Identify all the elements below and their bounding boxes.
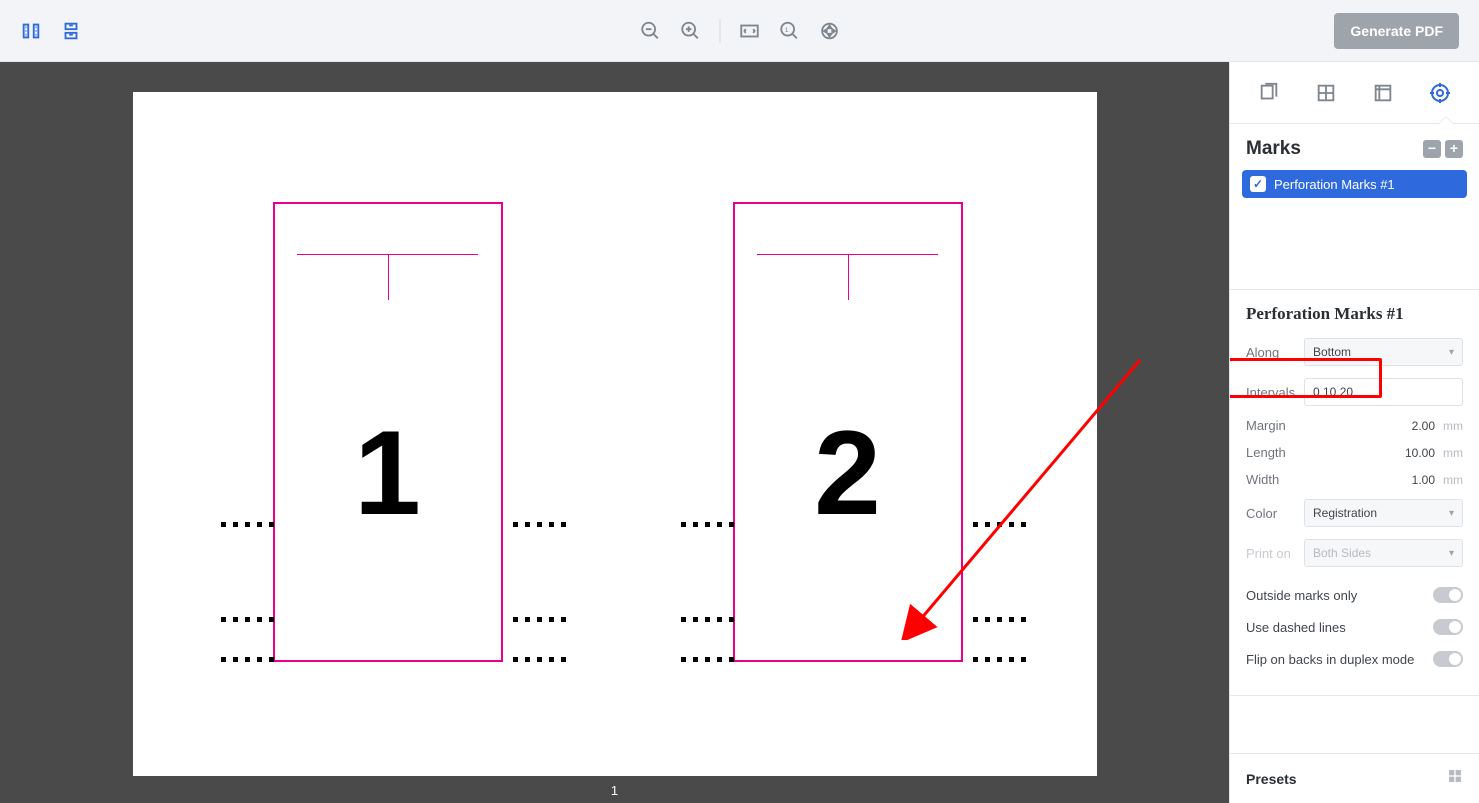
width-label: Width xyxy=(1246,472,1304,487)
along-row: Along Bottom▾ xyxy=(1246,338,1463,366)
zoom-out-icon[interactable] xyxy=(639,20,661,42)
print-on-row: Print on Both Sides▾ xyxy=(1246,539,1463,567)
intervals-row: Intervals 0 10 20 xyxy=(1246,378,1463,406)
width-unit: mm xyxy=(1435,473,1463,487)
width-value[interactable]: 1.00 xyxy=(1304,473,1435,487)
tab-marks-icon[interactable] xyxy=(1427,80,1453,106)
mark-properties: Perforation Marks #1 Along Bottom▾ Inter… xyxy=(1230,290,1479,696)
page-index-label: 1 xyxy=(611,783,618,798)
tab-pages-icon[interactable] xyxy=(1256,80,1282,106)
page-number-1: 1 xyxy=(275,404,501,542)
perf-dots xyxy=(221,522,274,527)
fit-width-icon[interactable] xyxy=(738,20,760,42)
page-box-1: 1 xyxy=(273,202,503,662)
zoom-fit-icon[interactable] xyxy=(818,20,840,42)
print-on-label: Print on xyxy=(1246,546,1304,561)
perf-dots xyxy=(973,657,1026,662)
sheet: 1 2 1 xyxy=(133,92,1097,776)
outside-marks-label: Outside marks only xyxy=(1246,588,1433,603)
tab-grid-icon[interactable] xyxy=(1313,80,1339,106)
svg-text:1: 1 xyxy=(784,26,788,33)
properties-title: Perforation Marks #1 xyxy=(1246,304,1463,324)
color-label: Color xyxy=(1246,506,1304,521)
perf-dots xyxy=(681,522,734,527)
canvas-viewport[interactable]: 1 2 1 xyxy=(0,62,1229,803)
top-toolbar: 1 Generate PDF xyxy=(0,0,1479,62)
perf-dots xyxy=(221,617,274,622)
marks-title: Marks xyxy=(1246,138,1419,160)
marks-section-header: Marks − + xyxy=(1230,124,1479,170)
toolbar-divider xyxy=(719,19,720,43)
mark-item[interactable]: ✓ Perforation Marks #1 xyxy=(1242,170,1467,198)
main-area: 1 2 1 xyxy=(0,62,1479,803)
dashed-lines-label: Use dashed lines xyxy=(1246,620,1433,635)
margin-row: Margin 2.00 mm xyxy=(1246,418,1463,433)
perf-dots xyxy=(973,617,1026,622)
presets-section: Presets xyxy=(1230,753,1479,803)
page-number-2: 2 xyxy=(735,404,961,542)
right-sidebar: Marks − + ✓ Perforation Marks #1 Perfora… xyxy=(1229,62,1479,803)
perf-mark-stem xyxy=(848,254,849,300)
perf-dots xyxy=(681,657,734,662)
perf-dots xyxy=(513,657,566,662)
perf-dots xyxy=(681,617,734,622)
length-label: Length xyxy=(1246,445,1304,460)
margin-label: Margin xyxy=(1246,418,1304,433)
intervals-input[interactable]: 0 10 20 xyxy=(1304,378,1463,406)
perf-dots xyxy=(513,522,566,527)
perf-dots xyxy=(973,522,1026,527)
presets-grid-icon[interactable] xyxy=(1447,768,1463,789)
print-on-select: Both Sides▾ xyxy=(1304,539,1463,567)
flip-backs-label: Flip on backs in duplex mode xyxy=(1246,652,1433,667)
sidebar-tabs xyxy=(1230,62,1479,124)
along-label: Along xyxy=(1246,345,1304,360)
outside-marks-row: Outside marks only xyxy=(1246,579,1463,611)
mark-item-label: Perforation Marks #1 xyxy=(1274,177,1395,192)
marks-list: ✓ Perforation Marks #1 xyxy=(1230,170,1479,290)
generate-pdf-button[interactable]: Generate PDF xyxy=(1334,13,1459,49)
columns-icon[interactable] xyxy=(20,20,42,42)
save-layout-icon[interactable] xyxy=(60,20,82,42)
perf-mark-stem xyxy=(388,254,389,300)
outside-marks-toggle[interactable] xyxy=(1433,587,1463,603)
flip-backs-toggle[interactable] xyxy=(1433,651,1463,667)
presets-label: Presets xyxy=(1246,771,1447,787)
along-select[interactable]: Bottom▾ xyxy=(1304,338,1463,366)
active-tab-notch xyxy=(1439,117,1453,124)
length-unit: mm xyxy=(1435,446,1463,460)
color-select[interactable]: Registration▾ xyxy=(1304,499,1463,527)
mark-checkbox[interactable]: ✓ xyxy=(1250,176,1266,192)
zoom-actual-icon[interactable]: 1 xyxy=(778,20,800,42)
tab-layout-icon[interactable] xyxy=(1370,80,1396,106)
perf-dots xyxy=(513,617,566,622)
dashed-lines-row: Use dashed lines xyxy=(1246,611,1463,643)
length-value[interactable]: 10.00 xyxy=(1304,446,1435,460)
width-row: Width 1.00 mm xyxy=(1246,472,1463,487)
color-row: Color Registration▾ xyxy=(1246,499,1463,527)
margin-unit: mm xyxy=(1435,419,1463,433)
page-box-2: 2 xyxy=(733,202,963,662)
length-row: Length 10.00 mm xyxy=(1246,445,1463,460)
perf-dots xyxy=(221,657,274,662)
remove-mark-button[interactable]: − xyxy=(1423,140,1441,158)
add-mark-button[interactable]: + xyxy=(1445,140,1463,158)
dashed-lines-toggle[interactable] xyxy=(1433,619,1463,635)
flip-backs-row: Flip on backs in duplex mode xyxy=(1246,643,1463,675)
zoom-in-icon[interactable] xyxy=(679,20,701,42)
intervals-label: Intervals xyxy=(1246,385,1304,400)
margin-value[interactable]: 2.00 xyxy=(1304,419,1435,433)
